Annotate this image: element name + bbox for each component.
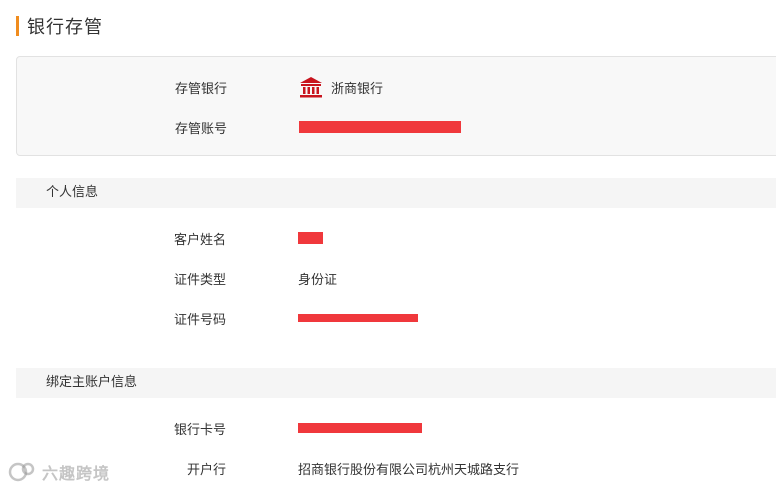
watermark-logo-icon	[8, 462, 35, 482]
custody-info-panel: 存管银行 浙商银行 存管账号	[16, 56, 776, 156]
custody-account-label: 存管账号	[174, 121, 227, 137]
customer-name-value	[298, 232, 323, 244]
id-number-row: 证件号码	[16, 308, 776, 328]
bank-icon	[300, 77, 322, 98]
redacted-bank-card-number	[298, 423, 422, 433]
id-number-value	[298, 314, 418, 322]
customer-name-label: 客户姓名	[173, 232, 226, 248]
id-type-label: 证件类型	[173, 272, 226, 288]
customer-name-row: 客户姓名	[16, 228, 776, 248]
branch-row: 开户行 招商银行股份有限公司杭州天城路支行	[16, 458, 776, 478]
custody-account-value	[299, 121, 461, 133]
bank-card-value	[298, 423, 422, 433]
redacted-customer-name	[298, 232, 323, 244]
branch-value: 招商银行股份有限公司杭州天城路支行	[298, 462, 520, 478]
personal-info-section-header: 个人信息	[16, 178, 776, 208]
page-header: 银行存管	[16, 14, 103, 38]
custody-bank-value-wrap: 浙商银行	[299, 76, 383, 98]
redacted-id-number	[298, 314, 418, 322]
page-title: 银行存管	[27, 17, 103, 38]
watermark: 六趣跨境	[8, 460, 110, 484]
id-number-label: 证件号码	[173, 312, 226, 328]
linked-account-section-title: 绑定主账户信息	[46, 375, 138, 390]
custody-bank-row: 存管银行 浙商银行	[17, 76, 776, 98]
custody-bank-value: 浙商银行	[331, 81, 384, 97]
id-type-row: 证件类型 身份证	[16, 268, 776, 288]
personal-info-section-title: 个人信息	[46, 185, 99, 200]
watermark-text: 六趣跨境	[42, 464, 111, 483]
redacted-account-number	[299, 121, 461, 133]
custody-bank-label: 存管银行	[174, 81, 227, 97]
custody-account-row: 存管账号	[17, 117, 776, 137]
bank-card-row: 银行卡号	[16, 418, 776, 438]
title-accent-bar	[16, 16, 19, 36]
linked-account-section-header: 绑定主账户信息	[16, 368, 776, 398]
id-type-value: 身份证	[298, 272, 338, 288]
bank-card-label: 银行卡号	[173, 422, 226, 438]
